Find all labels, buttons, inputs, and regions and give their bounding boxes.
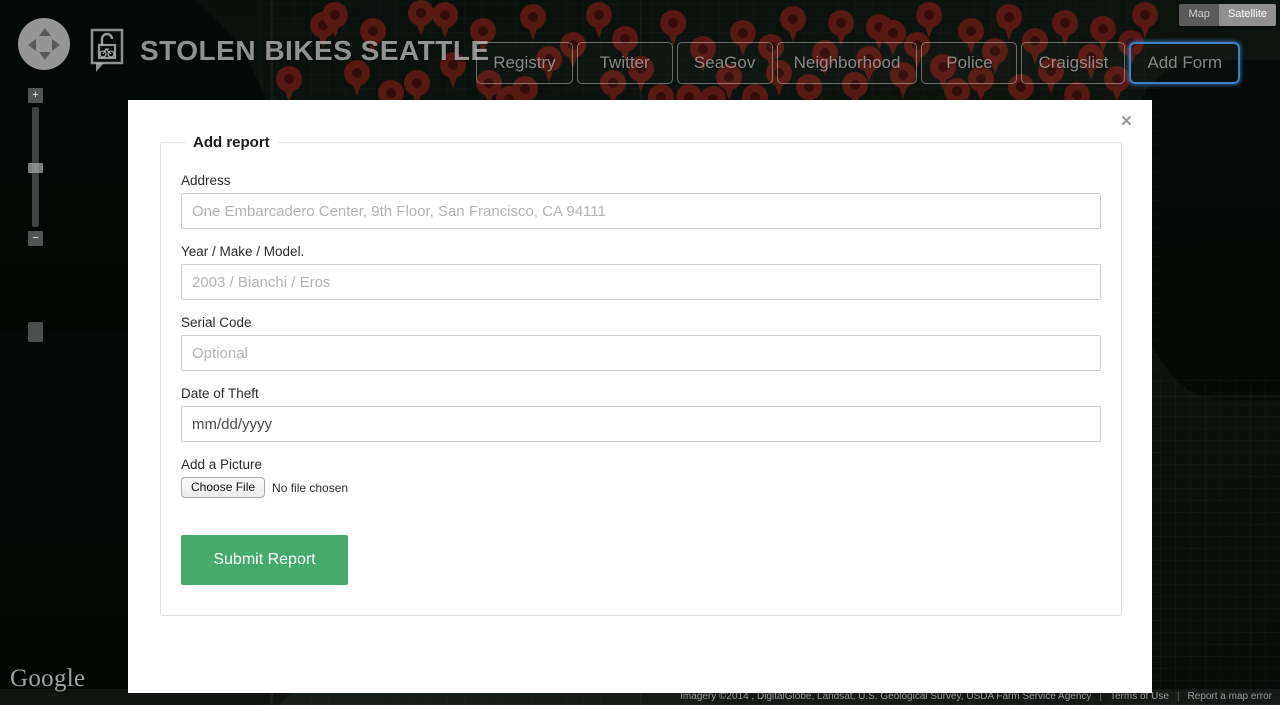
brand: STOLEN BIKES SEATTLE	[90, 28, 490, 74]
attribution-divider: |	[1176, 691, 1180, 702]
page-title: STOLEN BIKES SEATTLE	[140, 35, 490, 66]
bike-label: Year / Make / Model.	[181, 244, 305, 259]
nav-button-label: Registry	[493, 53, 556, 72]
file-status-text: No file chosen	[272, 480, 349, 495]
map-type-switcher[interactable]: Map Satellite	[1179, 4, 1276, 26]
attribution-report-error[interactable]: Report a map error	[1184, 691, 1276, 702]
bike-input[interactable]	[181, 264, 1101, 300]
submit-report-button[interactable]: Submit Report	[181, 535, 348, 585]
address-input[interactable]	[181, 193, 1101, 229]
nav-button-label: Craigslist	[1038, 53, 1109, 72]
add-report-form: Add report Address Year / Make / Model. …	[128, 100, 1152, 616]
pan-right-arrow-icon[interactable]	[52, 39, 60, 51]
nav-button-registry[interactable]: Registry	[476, 42, 573, 84]
street-view-pegman-icon[interactable]	[28, 322, 43, 342]
zoom-slider-thumb[interactable]	[28, 163, 43, 173]
serial-label: Serial Code	[181, 315, 252, 330]
field-serial: Serial Code	[181, 315, 1101, 371]
map-pan-control[interactable]	[18, 18, 70, 70]
serial-input[interactable]	[181, 335, 1101, 371]
add-report-modal: × Add report Address Year / Make / Model…	[128, 100, 1152, 693]
pan-left-arrow-icon[interactable]	[28, 39, 36, 51]
bike-lock-tag-icon	[90, 28, 130, 74]
field-date: Date of Theft	[181, 386, 1101, 442]
picture-label: Add a Picture	[181, 457, 263, 472]
nav-button-label: Police	[946, 53, 993, 72]
zoom-slider-track[interactable]	[28, 107, 43, 227]
pan-down-arrow-icon[interactable]	[39, 52, 51, 60]
nav-button-label: Add Form	[1147, 53, 1222, 72]
zoom-in-button[interactable]: +	[28, 88, 43, 103]
file-input-row[interactable]: Choose File No file chosen	[181, 477, 1101, 498]
nav-button-twitter[interactable]: Twitter	[576, 42, 673, 84]
report-fieldset: Add report Address Year / Make / Model. …	[160, 134, 1122, 616]
main-nav: Registry Twitter SeaGov Neighborhood Police C…	[476, 42, 1240, 84]
nav-button-craigslist[interactable]: Craigslist	[1021, 42, 1126, 84]
pan-up-arrow-icon[interactable]	[39, 28, 51, 36]
date-label: Date of Theft	[181, 386, 259, 401]
app-root: Map Satellite + − Google Imagery ©2014 ,…	[0, 0, 1280, 705]
map-type-satellite-button[interactable]: Satellite	[1218, 4, 1276, 26]
nav-button-police[interactable]: Police	[921, 42, 1018, 84]
field-bike: Year / Make / Model.	[181, 244, 1101, 300]
nav-button-neighborhood[interactable]: Neighborhood	[776, 42, 918, 84]
field-picture: Add a Picture Choose File No file chosen	[181, 457, 1101, 498]
map-type-map-button[interactable]: Map	[1179, 4, 1219, 26]
nav-button-label: Neighborhood	[793, 53, 901, 72]
nav-button-seagov[interactable]: SeaGov	[676, 42, 773, 84]
choose-file-button[interactable]: Choose File	[181, 477, 266, 498]
close-icon[interactable]: ×	[1121, 112, 1132, 131]
nav-button-label: SeaGov	[693, 53, 756, 72]
field-address: Address	[181, 173, 1101, 229]
nav-button-label: Twitter	[599, 53, 650, 72]
zoom-out-button[interactable]: −	[28, 231, 43, 246]
map-zoom-control[interactable]: + −	[28, 88, 44, 246]
fieldset-legend: Add report	[193, 134, 270, 151]
nav-button-add-form[interactable]: Add Form	[1129, 42, 1240, 84]
date-of-theft-input[interactable]	[181, 406, 1101, 442]
address-label: Address	[181, 173, 231, 188]
